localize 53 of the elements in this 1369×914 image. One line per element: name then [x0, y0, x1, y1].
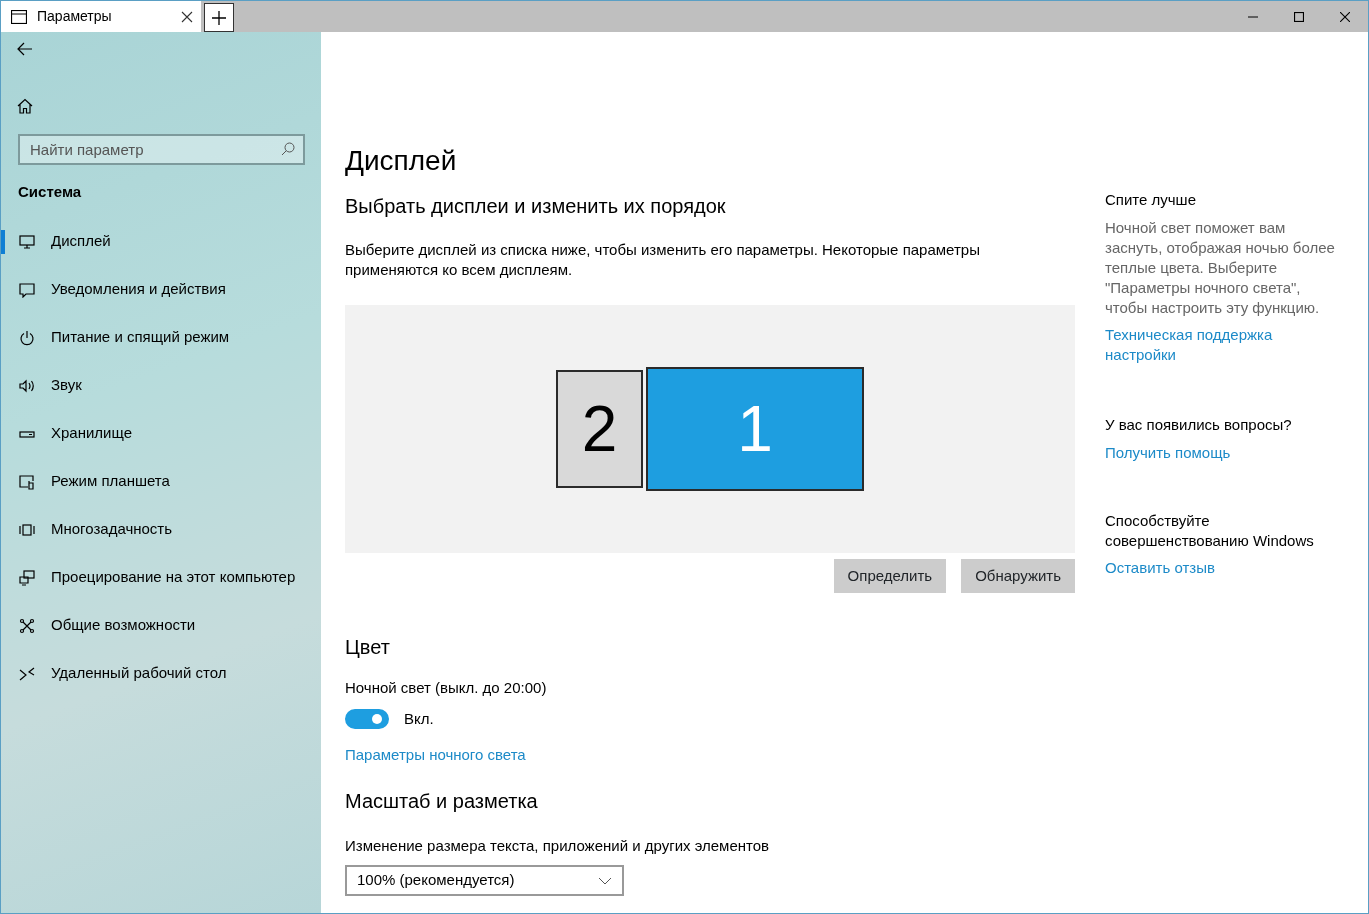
sidebar-item[interactable]: Общие возможности: [1, 601, 305, 650]
settings-link[interactable]: Параметры ночного света: [345, 744, 526, 767]
section-heading: Система: [18, 182, 83, 202]
accessibility-icon: [19, 617, 35, 634]
help-link[interactable]: Техническая поддержка настройки: [1105, 325, 1345, 365]
sidebar-item[interactable]: Питание и спящий режим: [1, 313, 305, 362]
sidebar-item[interactable]: Хранилище: [1, 409, 305, 458]
back-arrow-icon[interactable]: [17, 42, 33, 56]
window-tab[interactable]: Параметры: [1, 1, 201, 32]
sidebar-item[interactable]: Звук: [1, 361, 305, 410]
new-tab-button[interactable]: [204, 3, 234, 32]
window-icon: [11, 9, 27, 24]
home-icon[interactable]: [17, 98, 33, 114]
sidebar-item[interactable]: Проецирование на этот компьютер: [1, 553, 305, 602]
toggle-switch[interactable]: [345, 708, 389, 729]
speech-bubble-icon: [19, 281, 35, 298]
chevron-down-icon: [598, 876, 612, 885]
sidebar-item[interactable]: Режим планшета: [1, 457, 305, 506]
section-heading: Выбрать дисплеи и изменить их порядок: [345, 193, 727, 218]
action-button[interactable]: Обнаружить: [961, 558, 1075, 594]
setting-label: Изменение размера текста, приложений и других элементов: [345, 835, 771, 856]
aside-text: Ночной свет поможет вам заснуть, отображая ночью более теплые цвета. Выберите "Параметры ночного света", чтобы настроить эту функцию.: [1105, 217, 1336, 318]
project-icon: [19, 569, 35, 586]
display-tile[interactable]: 2: [556, 369, 643, 488]
multitask-icon: [19, 521, 35, 538]
section-heading: Цвет: [345, 635, 391, 660]
sidebar-item[interactable]: Многозадачность: [1, 505, 305, 554]
page-title: Дисплей: [345, 144, 458, 178]
sidebar-item[interactable]: Удаленный рабочий стол: [1, 649, 305, 698]
aside-heading: У вас появились вопросы?: [1105, 415, 1293, 435]
monitor-icon: [19, 233, 35, 250]
description-text: Выберите дисплей из списка ниже, чтобы изменить его параметры. Некоторые параметры применяются ко всем дисплеям.: [345, 239, 981, 280]
maximize-icon[interactable]: [1294, 11, 1304, 22]
speaker-icon: [19, 377, 35, 394]
setting-label: Ночной свет (выкл. до 20:00): [345, 678, 548, 699]
tablet-icon: [19, 473, 35, 490]
scale-dropdown[interactable]: 100% (рекомендуется): [345, 865, 624, 897]
action-button[interactable]: Определить: [833, 558, 947, 594]
search-icon: [281, 142, 295, 156]
plus-icon: [211, 9, 227, 26]
aside-heading: Спите лучше: [1105, 190, 1197, 210]
sidebar-item[interactable]: Дисплей: [1, 217, 305, 266]
help-link[interactable]: Получить помощь: [1105, 442, 1345, 463]
section-heading: Масштаб и разметка: [345, 788, 539, 813]
sidebar-item[interactable]: Уведомления и действия: [1, 265, 305, 314]
close-icon[interactable]: [1340, 11, 1350, 22]
search-field[interactable]: Найти параметр: [18, 134, 305, 165]
toggle-label: Вкл.: [404, 708, 434, 729]
remote-icon: [19, 665, 35, 682]
help-link[interactable]: Оставить отзыв: [1105, 558, 1345, 578]
aside-heading: Способствуйте совершенствованию Windows: [1105, 510, 1315, 551]
close-icon[interactable]: [181, 10, 193, 23]
power-icon: [19, 329, 35, 346]
